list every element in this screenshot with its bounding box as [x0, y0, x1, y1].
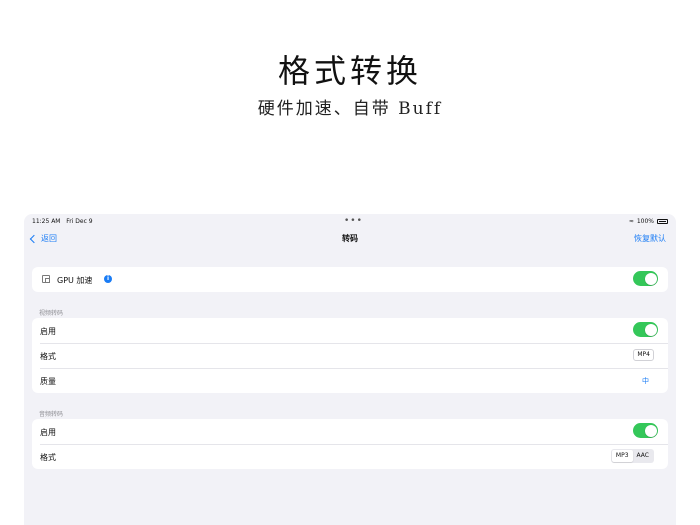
page-title: 转码: [342, 234, 358, 243]
audio-format-row: 格式 MP3 AAC: [32, 444, 668, 469]
audio-format-option-aac[interactable]: AAC: [633, 450, 653, 462]
gpu-label: GPU 加速: [57, 276, 93, 285]
status-time: 11:25 AM: [32, 218, 61, 225]
chip-icon: [42, 275, 50, 283]
wifi-icon: ≈: [628, 218, 634, 225]
video-format-label: 格式: [40, 352, 56, 361]
navigation-bar: 返回 转码 恢复默认: [24, 230, 676, 248]
multitasking-dots-icon[interactable]: •••: [344, 216, 363, 226]
audio-enable-row: 启用: [32, 419, 668, 444]
hero-title: 格式转换: [277, 52, 422, 90]
status-right: ≈ 100%: [629, 218, 668, 225]
audio-format-option-mp3[interactable]: MP3: [611, 450, 633, 462]
video-section-label: 视频转码: [39, 310, 64, 317]
battery-percent: 100%: [636, 218, 654, 225]
audio-card: 启用 格式 MP3 AAC: [32, 419, 668, 469]
audio-format-segmented-control: MP3 AAC: [610, 449, 654, 463]
audio-section-label: 音频转码: [39, 411, 64, 418]
video-quality-row: 质量 中: [32, 368, 668, 393]
audio-enable-toggle[interactable]: [633, 423, 658, 438]
info-icon[interactable]: i: [104, 275, 112, 283]
audio-enable-label: 启用: [40, 428, 56, 437]
restore-defaults-button[interactable]: 恢复默认: [634, 233, 666, 244]
video-enable-label: 启用: [40, 327, 56, 336]
video-enable-row: 启用: [32, 318, 668, 343]
ipad-screen: 11:25 AM Fri Dec 9 ••• ≈ 100% 返回 转码 恢复默认…: [24, 214, 676, 525]
gpu-card: GPU 加速 i: [32, 267, 668, 292]
status-time-date: 11:25 AM Fri Dec 9: [32, 218, 93, 225]
video-card: 启用 格式 MP4 质量 中: [32, 318, 668, 393]
video-format-button[interactable]: MP4: [633, 349, 654, 361]
battery-icon: [657, 219, 668, 224]
video-format-row: 格式 MP4: [32, 343, 668, 368]
gpu-row: GPU 加速 i: [32, 267, 668, 292]
video-quality-label: 质量: [40, 377, 56, 386]
gpu-toggle[interactable]: [633, 271, 658, 286]
hero-subtitle: 硬件加速、自带 Buff: [257, 99, 443, 119]
video-quality-value[interactable]: 中: [642, 376, 649, 386]
video-enable-toggle[interactable]: [633, 322, 658, 337]
status-date: Fri Dec 9: [66, 218, 93, 225]
status-bar: 11:25 AM Fri Dec 9 ••• ≈ 100%: [24, 214, 676, 230]
audio-format-label: 格式: [40, 453, 56, 462]
